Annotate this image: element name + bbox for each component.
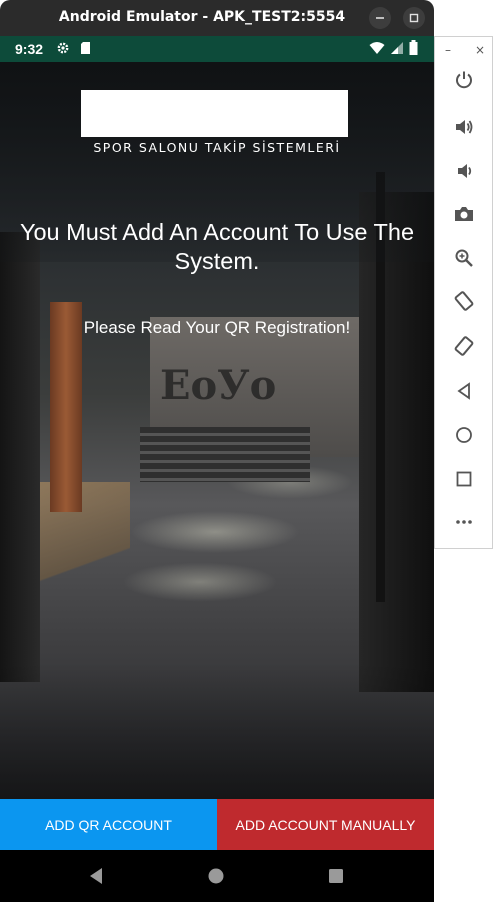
app-logo-placeholder bbox=[81, 90, 348, 137]
back-icon bbox=[90, 868, 102, 884]
maximize-button[interactable] bbox=[403, 7, 425, 29]
add-account-manually-button[interactable]: ADD ACCOUNT MANUALLY bbox=[217, 799, 434, 850]
settings-gear-icon bbox=[56, 41, 70, 58]
zoom-button[interactable] bbox=[451, 245, 477, 271]
power-icon bbox=[456, 71, 472, 89]
emulator-title-bar: Android Emulator - APK_TEST2:5554 bbox=[0, 0, 434, 36]
more-icon bbox=[456, 520, 472, 524]
status-right-icons bbox=[369, 40, 418, 55]
signal-icon bbox=[391, 41, 403, 54]
back-icon bbox=[457, 382, 470, 400]
background-floor-shadow bbox=[0, 662, 434, 799]
home-icon bbox=[456, 427, 472, 443]
overview-icon bbox=[456, 471, 472, 487]
nav-recents-button[interactable] bbox=[326, 866, 346, 886]
account-required-heading: You Must Add An Account To Use The Syste… bbox=[19, 219, 415, 274]
volume-down-button[interactable] bbox=[451, 158, 477, 184]
battery-icon bbox=[409, 40, 418, 55]
sd-card-icon bbox=[80, 41, 91, 58]
screenshot-button[interactable] bbox=[451, 201, 477, 227]
app-screen: ЕоУо SPOR SALONU TAKİP SİSTEMLERİ You Mu… bbox=[0, 62, 434, 799]
minimize-icon bbox=[376, 17, 384, 19]
minimize-button[interactable] bbox=[369, 7, 391, 29]
background-stairs bbox=[140, 427, 310, 482]
rotate-left-button[interactable] bbox=[451, 288, 477, 314]
phone-screen: 9:32 ЕоУо SPOR SALONU TAKİP SİSTEMLERİ Y… bbox=[0, 36, 434, 902]
toolbar-home-button[interactable] bbox=[451, 422, 477, 448]
android-navigation-bar bbox=[0, 850, 434, 902]
status-time: 9:32 bbox=[15, 41, 44, 57]
app-subtitle: SPOR SALONU TAKİP SİSTEMLERİ bbox=[93, 140, 341, 155]
qr-instruction-text: Please Read Your QR Registration! bbox=[83, 318, 351, 337]
zoom-icon bbox=[455, 249, 473, 267]
recents-icon bbox=[329, 869, 343, 883]
wifi-icon bbox=[369, 41, 385, 54]
nav-back-button[interactable] bbox=[86, 866, 106, 886]
toolbar-overview-button[interactable] bbox=[451, 466, 477, 492]
volume-up-button[interactable] bbox=[451, 114, 477, 140]
volume-down-icon bbox=[458, 164, 472, 178]
volume-up-icon bbox=[456, 120, 473, 134]
background-rack-left bbox=[0, 232, 40, 682]
rotate-right-button[interactable] bbox=[451, 333, 477, 359]
toolbar-window-controls: – × bbox=[445, 43, 485, 57]
add-qr-account-button[interactable]: ADD QR ACCOUNT bbox=[0, 799, 217, 850]
power-button[interactable] bbox=[451, 67, 477, 93]
maximize-icon bbox=[409, 13, 419, 23]
background-wall-logo: ЕоУо bbox=[160, 362, 277, 409]
emulator-side-toolbar: – × bbox=[434, 36, 493, 549]
rotate-right-icon bbox=[454, 336, 474, 356]
home-icon bbox=[208, 868, 224, 884]
toolbar-close-button[interactable]: × bbox=[475, 43, 485, 57]
toolbar-back-button[interactable] bbox=[451, 378, 477, 404]
rotate-left-icon bbox=[454, 291, 474, 311]
toolbar-minimize-button[interactable]: – bbox=[445, 43, 451, 57]
camera-icon bbox=[455, 207, 473, 221]
window-title: Android Emulator - APK_TEST2:5554 bbox=[58, 9, 346, 25]
desktop-background bbox=[434, 0, 494, 36]
more-options-button[interactable] bbox=[451, 509, 477, 535]
nav-home-button[interactable] bbox=[206, 866, 226, 886]
status-bar: 9:32 bbox=[0, 36, 434, 62]
